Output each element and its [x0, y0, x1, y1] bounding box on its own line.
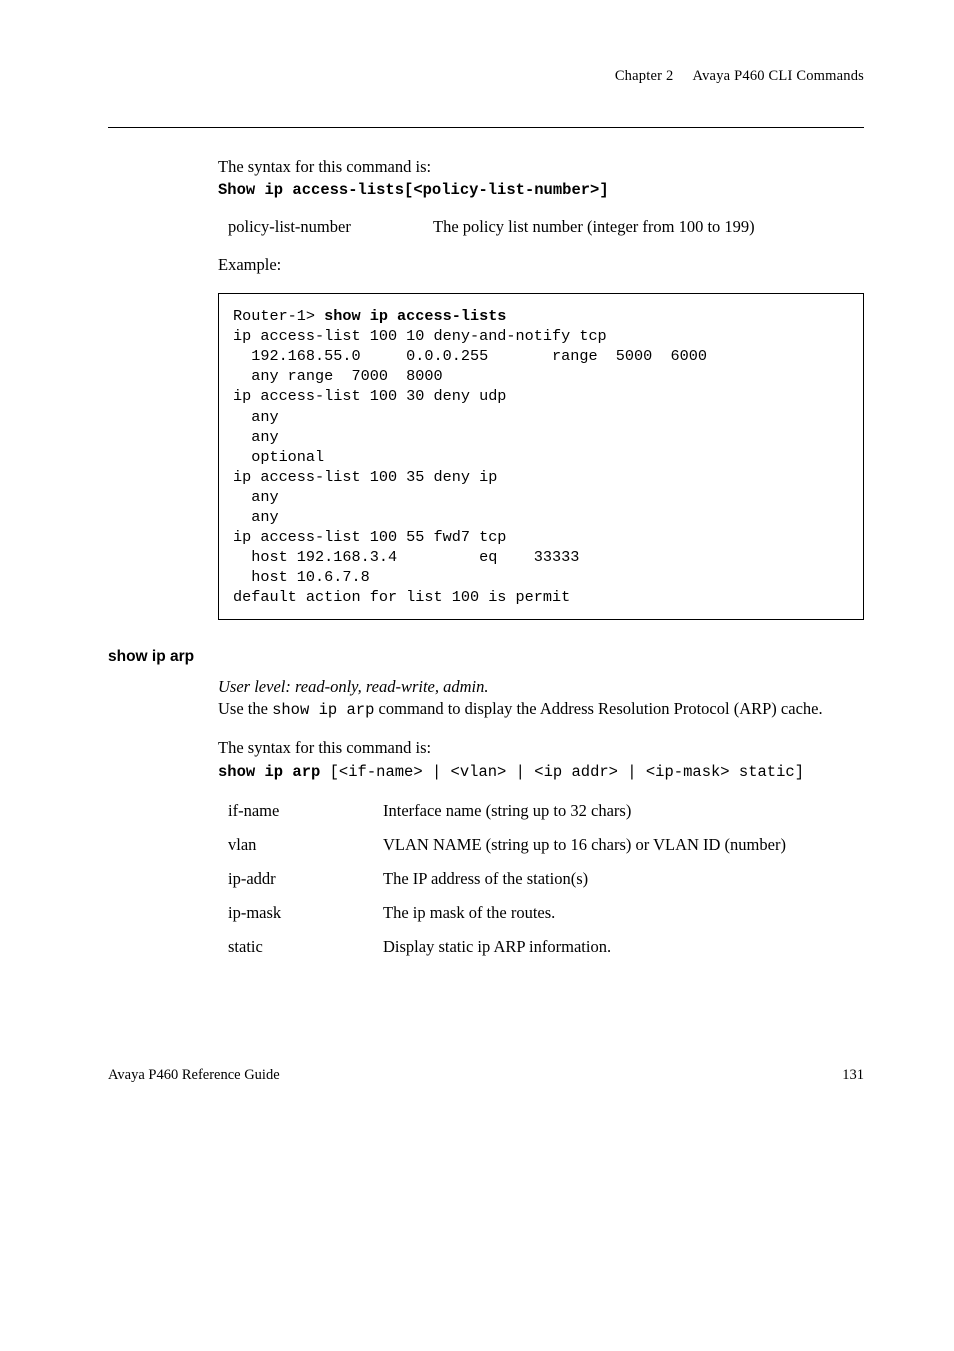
user-level: User level: read-only, read-write, admin…	[218, 676, 864, 698]
show-ip-arp-desc: Use the show ip arp command to display t…	[218, 698, 864, 721]
param-desc: Interface name (string up to 32 chars)	[383, 801, 864, 821]
param-name: vlan	[218, 835, 383, 855]
code-prompt: Router-1>	[233, 307, 324, 325]
command-syntax-1: Show ip access-lists[<policy-list-number…	[218, 181, 609, 199]
param-desc: The policy list number (integer from 100…	[433, 217, 864, 237]
code-command: show ip access-lists	[324, 307, 506, 325]
param-row-if-name: if-name Interface name (string up to 32 …	[218, 801, 864, 821]
footer-left: Avaya P460 Reference Guide	[108, 1067, 280, 1084]
syntax-intro-1: The syntax for this command is:	[218, 156, 864, 178]
syntax-intro-2: The syntax for this command is:	[218, 737, 864, 759]
param-desc: The IP address of the station(s)	[383, 869, 864, 889]
example-label: Example:	[218, 255, 864, 275]
param-row-static: static Display static ip ARP information…	[218, 937, 864, 957]
command-syntax-2: show ip arp [<if-name> | <vlan> | <ip ad…	[218, 760, 864, 783]
code-body: ip access-list 100 10 deny-and-notify tc…	[233, 327, 707, 606]
param-name: policy-list-number	[218, 217, 433, 237]
param-desc: VLAN NAME (string up to 16 chars) or VLA…	[383, 835, 864, 855]
chapter-title: Avaya P460 CLI Commands	[693, 68, 864, 84]
page-footer: Avaya P460 Reference Guide 131	[108, 1067, 864, 1084]
header-rule	[108, 127, 864, 128]
param-name: if-name	[218, 801, 383, 821]
param-desc: Display static ip ARP information.	[383, 937, 864, 957]
section-heading-show-ip-arp: show ip arp	[108, 648, 864, 666]
code-block-access-lists: Router-1> show ip access-lists ip access…	[218, 293, 864, 620]
params-table: if-name Interface name (string up to 32 …	[218, 801, 864, 957]
param-name: static	[218, 937, 383, 957]
param-row-policy-list-number: policy-list-number The policy list numbe…	[218, 217, 864, 237]
param-desc: The ip mask of the routes.	[383, 903, 864, 923]
param-name: ip-addr	[218, 869, 383, 889]
param-row-ip-addr: ip-addr The IP address of the station(s)	[218, 869, 864, 889]
chapter-header: Chapter 2 Avaya P460 CLI Commands	[108, 68, 864, 85]
footer-page-number: 131	[842, 1067, 864, 1084]
param-row-vlan: vlan VLAN NAME (string up to 16 chars) o…	[218, 835, 864, 855]
param-name: ip-mask	[218, 903, 383, 923]
param-row-ip-mask: ip-mask The ip mask of the routes.	[218, 903, 864, 923]
chapter-label: Chapter 2	[615, 68, 674, 84]
